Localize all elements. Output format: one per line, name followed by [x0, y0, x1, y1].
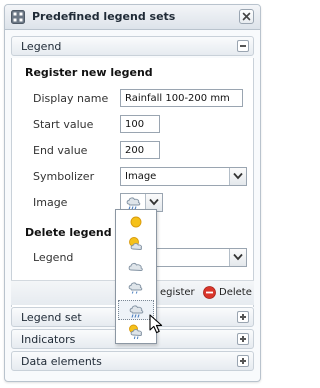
symbolizer-dropdown-button[interactable]: [229, 168, 246, 185]
delete-legend-label: Legend: [33, 251, 74, 264]
cloud-rain-icon: [129, 305, 144, 318]
symbolizer-label: Symbolizer: [33, 170, 95, 183]
window-titlebar: Predefined legend sets: [5, 5, 260, 30]
collapse-legend-button[interactable]: [237, 40, 249, 52]
display-name-input[interactable]: [120, 89, 243, 107]
register-button[interactable]: egister: [160, 287, 195, 298]
symbolizer-selected-value: Image: [125, 171, 157, 182]
expand-data-elements-button[interactable]: [237, 355, 249, 367]
close-button[interactable]: [239, 9, 254, 24]
sun-cloud-icon: [129, 237, 142, 250]
start-value-label: Start value: [33, 118, 94, 131]
display-name-label: Display name: [33, 92, 109, 105]
image-option-cloud-light-rain[interactable]: [118, 278, 154, 298]
grid-icon: [11, 10, 25, 24]
close-icon: [242, 12, 251, 21]
chevron-down-icon: [233, 253, 243, 261]
expand-legend-set-button[interactable]: [237, 311, 249, 323]
image-option-sun[interactable]: [118, 212, 154, 232]
end-value-input[interactable]: [120, 141, 160, 159]
mouse-cursor-icon: [149, 314, 163, 334]
delete-legend-dropdown-button[interactable]: [229, 249, 246, 266]
data-elements-section-header[interactable]: Data elements: [11, 351, 254, 371]
indicators-section-label: Indicators: [21, 333, 76, 346]
sun-icon: [130, 216, 142, 228]
image-option-sun-cloud[interactable]: [118, 234, 154, 254]
expand-indicators-button[interactable]: [237, 333, 249, 345]
delete-icon: [203, 286, 216, 299]
image-option-cloud[interactable]: [118, 256, 154, 276]
symbolizer-select[interactable]: Image: [120, 167, 247, 186]
data-elements-section-label: Data elements: [21, 355, 102, 368]
start-value-input[interactable]: [120, 115, 160, 133]
cloud-icon: [128, 262, 143, 271]
legend-section-label: Legend: [21, 40, 62, 53]
delete-button[interactable]: Delete: [219, 287, 252, 298]
chevron-down-icon: [233, 172, 243, 180]
window-title: Predefined legend sets: [32, 10, 176, 23]
end-value-label: End value: [33, 144, 88, 157]
register-legend-heading: Register new legend: [25, 66, 153, 79]
legend-set-section-label: Legend set: [21, 311, 82, 324]
chevron-down-icon: [149, 198, 159, 206]
image-label: Image: [33, 196, 68, 209]
delete-legend-heading: Delete legend: [25, 226, 112, 239]
legend-section-header[interactable]: Legend: [11, 36, 254, 56]
cloud-light-rain-icon: [128, 282, 143, 294]
sun-cloud-rain-icon: [129, 324, 142, 340]
